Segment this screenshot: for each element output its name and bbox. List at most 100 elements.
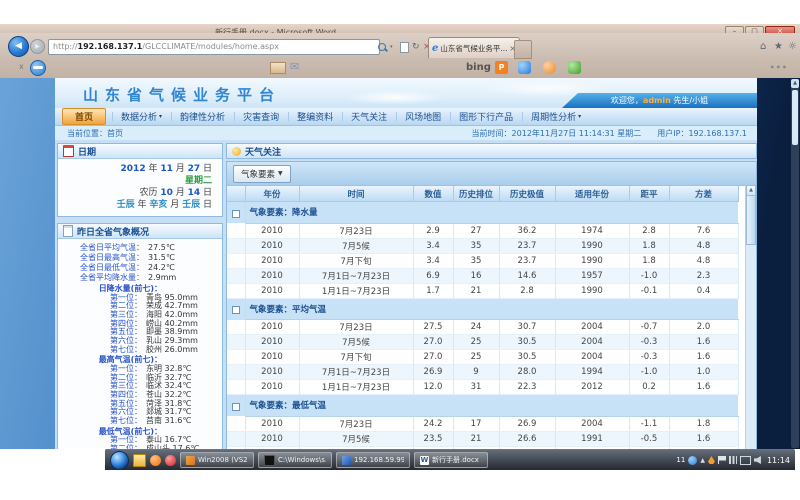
forward-button[interactable]: ▶ <box>30 39 45 54</box>
ganzhi-date: 壬辰 年 辛亥 月 壬辰 日 <box>68 199 212 211</box>
taskbar-clock[interactable]: 11:14 <box>767 456 790 465</box>
nav-item[interactable]: 天气关注 ▾ <box>342 109 396 124</box>
rank-list: 第一位： 东明 32.8℃ 第二位： 临沂 32.7℃ 第三位： 临沭 32.4… <box>58 365 220 426</box>
toolbar-close-icon[interactable]: x <box>19 62 24 71</box>
more-options-icon[interactable]: ••• <box>770 63 788 72</box>
addon-icon[interactable] <box>30 60 46 76</box>
tray-app-icon[interactable] <box>688 456 697 465</box>
checkbox[interactable] <box>232 306 240 314</box>
cell-rank: 17 <box>453 416 499 431</box>
cell-value: 24.2 <box>413 416 453 431</box>
taskbar-button[interactable]: 新行手册.docx ... <box>414 452 488 468</box>
new-tab-button[interactable] <box>514 40 532 59</box>
tray-download-icon[interactable] <box>708 456 715 464</box>
search-icon[interactable] <box>378 43 386 51</box>
current-time: 当前时间：2012年11月27日 11:14:31 星期二 <box>472 128 642 139</box>
cell-rank: 9 <box>453 365 499 380</box>
cell-anomaly: 1.8 <box>629 238 669 253</box>
weather-summary-panel: 昨日全省气象概况 全省日平均气温： 27.5℃ 全省日最高气温： 31.5℃ 全… <box>57 223 223 449</box>
page-icon[interactable] <box>400 42 409 53</box>
plugin-icon-green[interactable] <box>568 61 581 74</box>
table-row: 2010 7月下旬 27.0 25 30.5 2004 -0.3 1.6 <box>227 350 738 365</box>
stat-value: 27.5℃ <box>148 243 175 253</box>
action-center-icon[interactable] <box>718 456 726 464</box>
table-scrollbar[interactable]: ▲ <box>745 185 756 449</box>
text-segment: 月 <box>173 188 188 198</box>
browser-quicklaunch-icon[interactable] <box>150 455 161 466</box>
taskbar-app-icon <box>342 456 351 465</box>
taskbar-button[interactable]: Win2008 (VS2... <box>180 452 254 468</box>
browser-tab[interactable]: e 山东省气候业务平... × <box>428 37 520 58</box>
nav-item[interactable]: 数据分析 ▾ <box>112 109 171 124</box>
column-header[interactable]: 历史极值 <box>499 186 555 202</box>
back-button[interactable]: ◀ <box>8 36 29 57</box>
weather-data-table: 年份时间数值历史排位历史极值适用年份距平方差 气象要素：降水量 2010 7月2… <box>227 186 739 449</box>
rank-value: 莒南 31.6℃ <box>146 417 191 426</box>
tray-expand-icon[interactable]: ▲ <box>700 457 705 464</box>
taskbar-button-label: Win2008 (VS2... <box>198 456 248 464</box>
nav-item[interactable]: 风场地图 ▾ <box>396 109 450 124</box>
search-dropdown-icon[interactable]: ▾ <box>390 44 393 50</box>
settings-gear-icon[interactable]: ☼ <box>788 41 797 53</box>
browser-chrome: ◀ ▶ http://192.168.137.1/GLCCLIMATE/modu… <box>0 33 800 79</box>
welcome-prefix: 欢迎您， <box>611 96 643 105</box>
column-header[interactable]: 方差 <box>669 186 738 202</box>
column-header[interactable]: 适用年份 <box>555 186 629 202</box>
nav-item[interactable]: 周期性分析 ▾ <box>522 109 590 124</box>
cell-anomaly: -0.7 <box>629 320 669 335</box>
cell-extreme: 23.7 <box>499 238 555 253</box>
page-scroll-up-icon[interactable]: ▲ <box>791 79 799 88</box>
favorites-star-icon[interactable]: ★ <box>774 41 783 53</box>
text-segment: 27 <box>188 164 201 174</box>
element-dropdown-button[interactable]: 气象要素 ▼ <box>233 165 291 183</box>
weather-focus-header: 天气关注 <box>226 143 757 159</box>
network-icon[interactable] <box>729 456 737 464</box>
column-header[interactable]: 距平 <box>629 186 669 202</box>
home-icon[interactable]: ⌂ <box>760 41 766 53</box>
cell-anomaly: -1.0 <box>629 268 669 283</box>
cell-variance: 0.4 <box>669 283 738 298</box>
taskbar-button[interactable]: C:\Windows\s... <box>258 452 332 468</box>
weather-summary-title: 昨日全省气象概况 <box>77 225 149 238</box>
cell-year: 2010 <box>245 335 299 350</box>
nav-item[interactable]: 韵律性分析 ▾ <box>171 109 234 124</box>
date-panel-title: 日期 <box>78 145 96 158</box>
scrollbar-thumb[interactable] <box>746 195 756 245</box>
column-header[interactable]: 年份 <box>245 186 299 202</box>
checkbox[interactable] <box>232 210 240 218</box>
bing-search-icon[interactable]: P <box>495 61 508 74</box>
date-panel-header: 日期 <box>58 144 222 159</box>
cell-time: 7月下旬 <box>299 350 413 365</box>
page-scrollbar-thumb[interactable] <box>792 90 798 145</box>
nav-item[interactable]: 整编资料 ▾ <box>288 109 342 124</box>
card-icon[interactable] <box>270 62 286 74</box>
nav-item[interactable]: 图形下行产品 ▾ <box>450 109 522 124</box>
column-header[interactable]: 数值 <box>413 186 453 202</box>
rank-group: 日降水量(前七)： 第一位： 青岛 95.0mm 第二位： 荣成 42.7mm … <box>58 284 220 354</box>
app-quicklaunch-icon[interactable] <box>165 455 176 466</box>
address-bar[interactable]: http://192.168.137.1/GLCCLIMATE/modules/… <box>48 39 380 55</box>
mail-icon[interactable]: ✉ <box>290 60 299 73</box>
cell-variance: 4.8 <box>669 238 738 253</box>
volume-icon[interactable] <box>754 456 761 464</box>
plugin-icon-orange[interactable] <box>543 61 556 74</box>
plugin-icon-blue[interactable] <box>518 61 531 74</box>
cell-rank: 31 <box>453 380 499 395</box>
explorer-icon[interactable] <box>133 454 146 467</box>
cell-ref-year: 2004 <box>555 320 629 335</box>
page-scrollbar[interactable]: ▲ <box>791 79 799 448</box>
checkbox[interactable] <box>232 403 240 411</box>
taskbar-button[interactable]: 192.168.59.99... <box>336 452 410 468</box>
display-icon[interactable] <box>740 456 751 465</box>
bing-logo[interactable]: bing <box>466 62 491 73</box>
table-group: 气象要素：最低气温 2010 7月23日 24.2 17 26.9 2004 -… <box>227 395 738 450</box>
refresh-icon[interactable]: ↻ <box>412 41 420 53</box>
nav-item[interactable]: 首页 ▾ <box>62 108 106 125</box>
column-header[interactable]: 时间 <box>299 186 413 202</box>
column-header[interactable]: 历史排位 <box>453 186 499 202</box>
start-orb-icon[interactable] <box>110 451 129 470</box>
nav-item[interactable]: 灾害查询 ▾ <box>234 109 288 124</box>
text-segment: 10 <box>160 188 173 198</box>
text-segment: 2012 <box>121 164 146 174</box>
rank-groups: 日降水量(前七)： 第一位： 青岛 95.0mm 第二位： 荣成 42.7mm … <box>58 284 220 449</box>
